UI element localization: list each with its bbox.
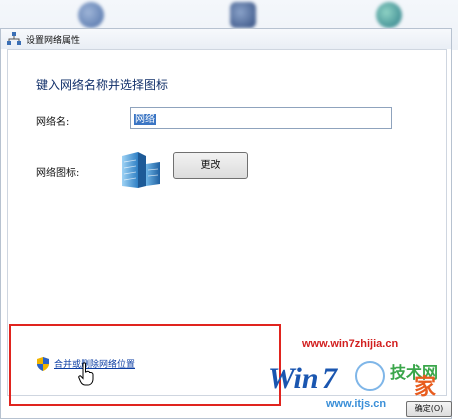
watermark-url-top: www.win7zhijia.cn [302,338,399,350]
network-name-value: 网络 [134,114,156,125]
watermark-logo: Win 7 技术网 家 [268,361,438,400]
merge-or-delete-network-locations-link[interactable]: 合并或删除网络位置 [54,357,135,370]
change-icon-button[interactable]: 更改 [173,152,248,179]
network-name-input[interactable]: 网络 [130,107,392,129]
network-icon-label: 网络图标: [36,168,80,179]
hand-cursor-icon [78,362,94,386]
uac-shield-icon [37,357,49,371]
office-building-icon [122,152,160,188]
watermark-7-text: 7 [322,362,338,395]
ok-button[interactable]: 确定(O) [406,401,452,417]
network-name-label: 网络名: [36,117,70,128]
network-icon [7,32,21,45]
watermark-win-text: Win [268,362,319,395]
network-icon [230,2,256,28]
computer-icon [78,2,104,28]
titlebar: 设置网络属性 [1,29,451,49]
page-heading: 键入网络名称并选择图标 [36,78,169,92]
highlight-annotation-box [9,324,281,406]
window-title: 设置网络属性 [26,35,81,46]
watermark-home-text: 家 [414,374,437,400]
internet-globe-icon [376,2,402,28]
watermark-url-bottom: www.itjs.cn [326,398,387,410]
